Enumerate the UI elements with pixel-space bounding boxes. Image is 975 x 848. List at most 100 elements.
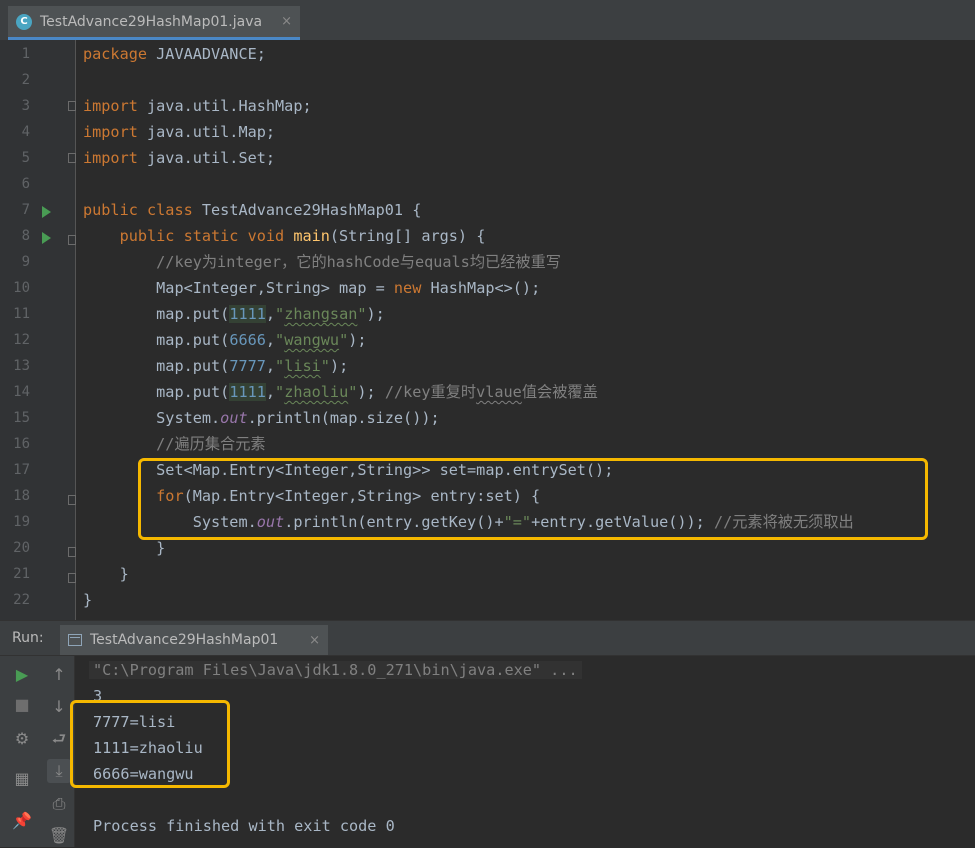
fold-icon[interactable]: [68, 495, 76, 505]
line-number: 3: [21, 98, 30, 114]
editor-tab-bar: C TestAdvance29HashMap01.java ×: [0, 0, 975, 41]
run-toolbar: ▶ ■ ⚙ ▦ 📌 ↑ ↓ ⮐ ⤓ ⎙ 🗑: [0, 656, 75, 847]
java-command-line[interactable]: "C:\Program Files\Java\jdk1.8.0_271\bin\…: [89, 661, 582, 679]
keyword: public: [83, 201, 138, 219]
trash-icon[interactable]: 🗑: [47, 824, 71, 848]
line-number: 15: [13, 410, 30, 426]
scroll-to-end-icon[interactable]: ⤓: [47, 759, 71, 783]
code-line: }: [83, 587, 92, 613]
comment: //key为integer，它的hashCode与equals均已经被重写: [156, 253, 561, 271]
run-tab[interactable]: TestAdvance29HashMap01 ×: [60, 625, 328, 655]
pin-icon[interactable]: 📌: [10, 809, 34, 833]
string-quote: ": [275, 357, 285, 375]
code-text: map.put(: [156, 383, 230, 401]
code-text: ,: [265, 305, 276, 323]
line-number: 13: [13, 358, 30, 374]
code-line: map.put(1111,"zhaoliu"); //key重复时vlaue值会…: [83, 379, 598, 405]
code-text: ,: [265, 357, 276, 375]
line-number: 19: [13, 514, 30, 530]
code-line: map.put(1111,"zhangsan");: [83, 301, 385, 327]
soft-wrap-icon[interactable]: ⮐: [47, 727, 71, 751]
fold-icon[interactable]: [68, 547, 76, 557]
code-line: map.put(6666,"wangwu");: [83, 327, 367, 353]
code-text: System.: [156, 409, 221, 427]
code-line: import java.util.Set;: [83, 145, 275, 171]
code-text: }: [156, 539, 166, 557]
editor-tab-title: TestAdvance29HashMap01.java: [40, 13, 263, 30]
editor-tab[interactable]: C TestAdvance29HashMap01.java ×: [8, 6, 300, 40]
code-line: import java.util.HashMap;: [83, 93, 312, 119]
string-quote: ": [320, 357, 330, 375]
code-line: public static void main(String[] args) {: [83, 223, 486, 249]
code-text: map.put(: [156, 331, 230, 349]
static-field: out: [220, 409, 248, 427]
line-number-gutter: 1 2 3 4 5 6 7 8 9 10 11 12 13 14 15 16 1…: [0, 40, 76, 620]
code-text: ,: [265, 383, 276, 401]
code-text: );: [329, 357, 349, 375]
code-text: );: [357, 383, 385, 401]
code-text: }: [83, 591, 93, 609]
number-literal: 1111: [229, 383, 266, 401]
comment: //key重复时: [384, 383, 477, 401]
code-line: Map<Integer,String> map = new HashMap<>(…: [83, 275, 540, 301]
code-text: java.util.Map;: [137, 123, 276, 141]
line-number: 22: [13, 592, 30, 608]
line-number: 14: [13, 384, 30, 400]
fold-icon[interactable]: [68, 235, 76, 245]
debug-icon[interactable]: ⚙: [10, 727, 34, 751]
down-arrow-icon[interactable]: ↓: [47, 695, 71, 719]
up-arrow-icon[interactable]: ↑: [47, 663, 71, 687]
comment: 值会被覆盖: [521, 383, 598, 401]
code-text: java.util.HashMap;: [137, 97, 312, 115]
print-icon[interactable]: ⎙: [47, 792, 71, 816]
run-class-icon[interactable]: [42, 206, 51, 218]
keyword: public static void: [119, 227, 285, 245]
line-number: 6: [21, 176, 30, 192]
highlight-annotation-box: [70, 700, 230, 788]
line-number: 16: [13, 436, 30, 452]
keyword: import: [83, 123, 138, 141]
line-number: 10: [13, 280, 30, 296]
line-number: 20: [13, 540, 30, 556]
rerun-icon[interactable]: ▶: [10, 663, 34, 687]
layout-icon[interactable]: ▦: [10, 767, 34, 791]
code-text: );: [348, 331, 367, 349]
close-icon[interactable]: ×: [309, 633, 320, 648]
line-number: 11: [13, 306, 30, 322]
string-literal: lisi: [284, 357, 321, 375]
highlight-annotation-box: [138, 458, 928, 540]
code-line: //遍历集合元素: [83, 431, 265, 457]
code-text: );: [366, 305, 385, 323]
string-literal: wangwu: [284, 331, 340, 349]
fold-icon[interactable]: [68, 573, 76, 583]
line-number: 4: [21, 124, 30, 140]
stop-icon[interactable]: ■: [10, 693, 34, 717]
fold-icon[interactable]: [68, 101, 76, 111]
string-literal: zhangsan: [284, 305, 358, 323]
keyword: import: [83, 149, 138, 167]
code-text: Map<Integer,String> map =: [156, 279, 394, 297]
code-line: public class TestAdvance29HashMap01 {: [83, 197, 421, 223]
keyword: package: [83, 45, 148, 63]
keyword: import: [83, 97, 138, 115]
code-text: map.put(: [156, 305, 230, 323]
code-editor[interactable]: 1 2 3 4 5 6 7 8 9 10 11 12 13 14 15 16 1…: [0, 40, 975, 620]
function-name: main: [284, 227, 330, 245]
code-line: map.put(7777,"lisi");: [83, 353, 348, 379]
code-line: }: [83, 561, 129, 587]
fold-icon[interactable]: [68, 153, 76, 163]
code-text: java.util.Set;: [137, 149, 276, 167]
console-line: Process finished with exit code 0: [93, 817, 395, 835]
close-icon[interactable]: ×: [281, 14, 292, 29]
run-main-icon[interactable]: [42, 232, 51, 244]
string-quote: ": [357, 305, 367, 323]
code-text: (String[] args) {: [329, 227, 486, 245]
line-number: 7: [21, 202, 30, 218]
code-text: ,: [265, 331, 276, 349]
